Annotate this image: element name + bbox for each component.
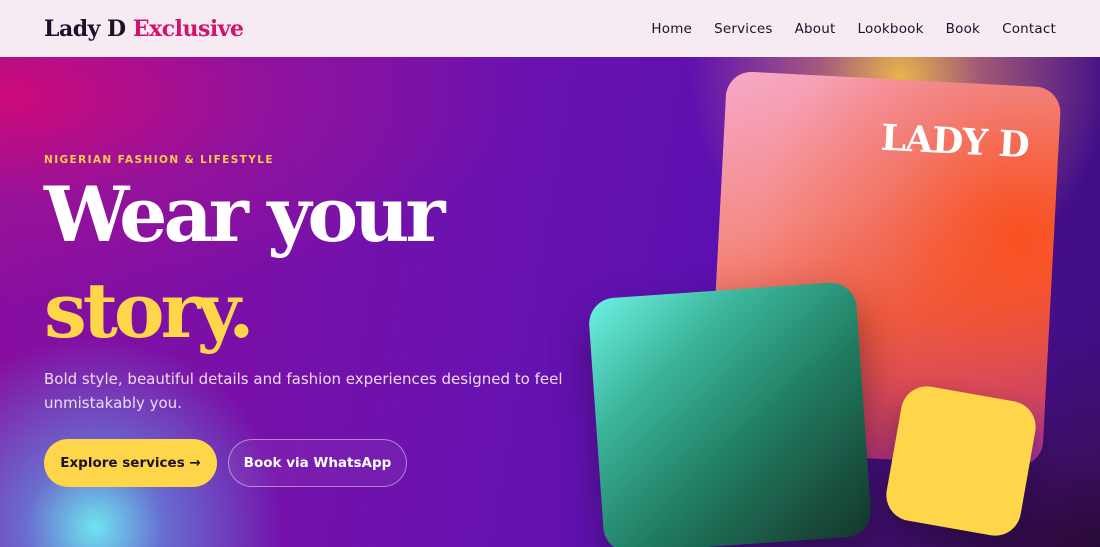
nav-services[interactable]: Services [714,21,773,37]
book-whatsapp-button[interactable]: Book via WhatsApp [228,439,407,487]
headline-line-2: story. [44,266,255,355]
brand-logo[interactable]: Lady D Exclusive [44,15,244,42]
nav-about[interactable]: About [795,21,836,37]
nav-book[interactable]: Book [946,21,980,37]
hero-eyebrow: NIGERIAN FASHION & LIFESTYLE [44,154,274,166]
hero-headline: Wear your story. [44,167,445,359]
hero-card-green [587,280,873,547]
headline-line-1: Wear your [44,170,445,259]
brand-accent: Exclusive [132,15,244,42]
nav-home[interactable]: Home [651,21,692,37]
nav-contact[interactable]: Contact [1002,21,1056,37]
hero-card-yellow [882,382,1040,540]
hero-section: NIGERIAN FASHION & LIFESTYLE Wear your s… [0,57,1100,547]
hero-subtext: Bold style, beautiful details and fashio… [44,370,563,412]
main-nav: Home Services About Lookbook Book Contac… [651,21,1056,37]
site-header: Lady D Exclusive Home Services About Loo… [0,0,1100,57]
brand-name: Lady D [44,15,126,42]
nav-lookbook[interactable]: Lookbook [858,21,924,37]
explore-services-button[interactable]: Explore services → [44,439,217,487]
card-brand-label: LADY D [879,116,1030,167]
